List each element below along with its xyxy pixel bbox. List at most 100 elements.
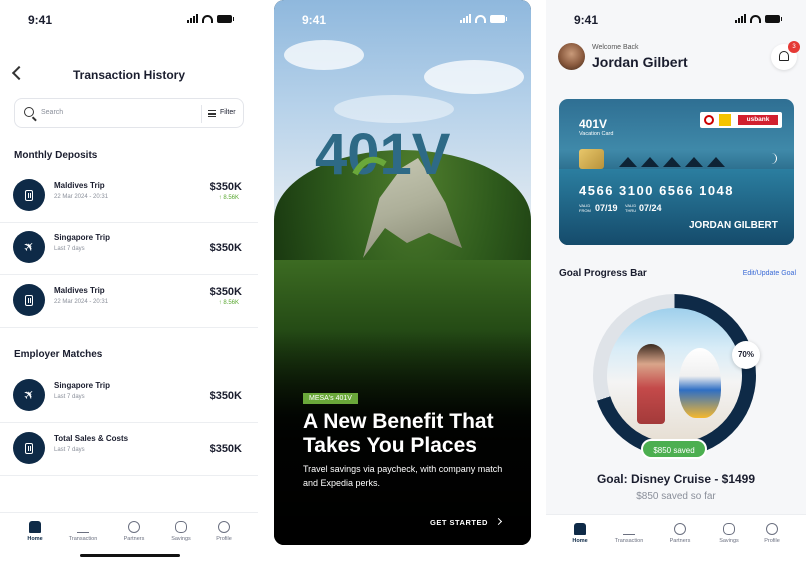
battery-icon: [490, 14, 507, 23]
tab-profile[interactable]: Profile: [750, 523, 794, 544]
bag-icon: [13, 432, 45, 464]
tab-savings[interactable]: Savings: [707, 523, 751, 544]
app-logo: 401V: [315, 122, 451, 182]
card-type: Vacation Card: [579, 131, 614, 137]
program-tag: MESA's 401V: [303, 393, 358, 404]
valid-from-label: VALID FROM: [579, 203, 591, 213]
onboarding-screen: 401V 9:41 MESA's 401V A New Benefit That…: [274, 0, 531, 545]
users-icon: [128, 521, 140, 533]
home-dashboard-screen: 9:41 Welcome Back Jordan Gilbert 3 401V …: [546, 0, 806, 561]
signal-icon: [460, 14, 471, 23]
goal-saved: $850 saved so far: [636, 491, 716, 502]
search-input[interactable]: Search: [41, 109, 63, 116]
notifications-button[interactable]: 3: [771, 41, 800, 70]
activity-icon: [623, 523, 635, 535]
search-bar[interactable]: Search Filter: [14, 98, 244, 128]
list-item[interactable]: Maldives Trip 22 Mar 2024 - 20:31 $350K …: [0, 276, 258, 328]
card-number: 4566 3100 6566 1048: [579, 183, 735, 198]
tab-transaction[interactable]: Transaction: [607, 523, 651, 544]
status-bar: 9:41: [274, 12, 531, 28]
valid-from: 07/19: [595, 203, 618, 213]
goal-name: Goal: Disney Cruise - $1499: [596, 472, 756, 486]
user-icon: [218, 521, 230, 533]
tab-bar: Home Transaction Partners Savings Profil…: [546, 514, 806, 561]
notification-badge: 3: [788, 41, 800, 53]
piggy-bank-icon: [175, 521, 187, 533]
item-amount: $350K: [209, 181, 242, 193]
battery-icon: [765, 14, 782, 23]
list-item[interactable]: Maldives Trip 22 Mar 2024 - 20:31 $350K …: [0, 171, 258, 223]
section-employer-matches: Employer Matches: [14, 349, 103, 360]
edit-goal-link[interactable]: Edit/Update Goal: [743, 270, 796, 277]
wifi-icon: [750, 14, 761, 23]
item-amount: $350K: [209, 443, 242, 455]
tab-profile[interactable]: Profile: [202, 521, 246, 542]
bank-logo: usbank: [738, 115, 778, 125]
avatar[interactable]: [558, 43, 585, 70]
user-name: Jordan Gilbert: [592, 54, 688, 70]
get-started-button[interactable]: GET STARTED: [430, 518, 488, 527]
goal-section-title: Goal Progress Bar: [559, 268, 647, 279]
bell-icon: [779, 51, 789, 61]
valid-thru: 07/24: [639, 203, 662, 213]
filter-button[interactable]: Filter: [220, 109, 236, 116]
tab-savings[interactable]: Savings: [159, 521, 203, 542]
item-date: 22 Mar 2024 - 20:31: [54, 299, 109, 305]
card-brand: 401V: [579, 117, 608, 131]
home-icon: [574, 523, 586, 535]
list-item[interactable]: ✈ Singapore Trip Last 7 days $350K: [0, 371, 258, 423]
signal-icon: [187, 14, 198, 23]
item-amount: $350K: [209, 242, 242, 254]
item-name: Maldives Trip: [54, 286, 105, 295]
item-name: Singapore Trip: [54, 381, 111, 390]
item-date: Last 7 days: [54, 447, 85, 453]
saved-amount-pill: $850 saved: [641, 439, 707, 459]
item-name: Maldives Trip: [54, 181, 105, 190]
tab-home[interactable]: Home: [558, 523, 602, 544]
filter-icon: [208, 110, 216, 117]
transaction-history-screen: 9:41 Transaction History Search Filter M…: [0, 0, 258, 561]
battery-icon: [217, 14, 234, 23]
list-item[interactable]: ✈ Singapore Trip Last 7 days $350K: [0, 223, 258, 275]
status-time: 9:41: [28, 13, 53, 27]
item-date: Last 7 days: [54, 246, 85, 252]
list-item[interactable]: Total Sales & Costs Last 7 days $350K: [0, 424, 258, 476]
status-time: 9:41: [302, 13, 327, 27]
tab-partners[interactable]: Partners: [112, 521, 156, 542]
tab-partners[interactable]: Partners: [658, 523, 702, 544]
activity-icon: [77, 521, 89, 533]
users-icon: [674, 523, 686, 535]
wifi-icon: [475, 14, 486, 23]
item-date: 22 Mar 2024 - 20:31: [54, 194, 109, 200]
tab-transaction[interactable]: Transaction: [61, 521, 105, 542]
plane-icon: ✈: [13, 379, 45, 411]
user-icon: [766, 523, 778, 535]
card-holder: JORDAN GILBERT: [689, 220, 778, 231]
wifi-icon: [202, 14, 213, 23]
home-indicator: [80, 554, 180, 557]
partner-logos: usbank: [700, 112, 782, 128]
goal-photo: [607, 308, 742, 443]
goal-progress-percent: 70%: [732, 341, 760, 369]
headline: A New Benefit That Takes You Places: [303, 410, 494, 457]
piggy-bank-icon: [723, 523, 735, 535]
subheadline: Travel savings via paycheck, with compan…: [303, 464, 503, 488]
item-amount: $350K: [209, 390, 242, 402]
plane-icon: ✈: [13, 231, 45, 263]
chip-icon: [579, 149, 604, 169]
item-change: ↑ 8.56K: [218, 195, 239, 201]
search-icon: [24, 107, 34, 117]
bag-icon: [13, 284, 45, 316]
vacation-card[interactable]: 401V Vacation Card usbank 4566 3100 6566…: [559, 99, 794, 245]
bag-icon: [13, 179, 45, 211]
item-name: Total Sales & Costs: [54, 434, 129, 443]
tab-home[interactable]: Home: [13, 521, 57, 542]
target-logo-icon: [704, 115, 714, 125]
section-monthly-deposits: Monthly Deposits: [14, 150, 98, 161]
status-time: 9:41: [574, 13, 599, 27]
home-icon: [29, 521, 41, 533]
status-bar: 9:41: [546, 12, 806, 28]
item-date: Last 7 days: [54, 394, 85, 400]
arrow-logo-icon: [719, 114, 731, 126]
signal-icon: [735, 14, 746, 23]
